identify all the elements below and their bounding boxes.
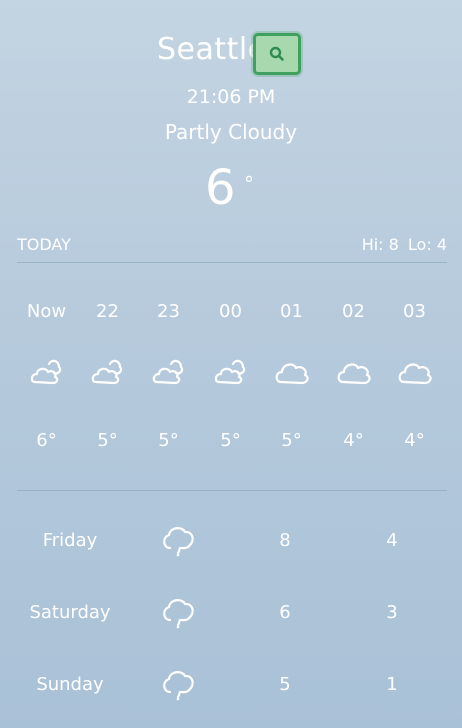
day-name: Saturday xyxy=(29,602,111,623)
hour-label: 23 xyxy=(157,301,180,322)
hour-label: 00 xyxy=(219,301,242,322)
partly-cloudy-night-icon xyxy=(152,359,184,385)
partly-cloudy-night-icon xyxy=(91,359,123,385)
day-low: 3 xyxy=(386,602,398,623)
hour-label: 02 xyxy=(342,301,365,322)
hour-temperature: 4° xyxy=(343,430,364,451)
daily-row: Saturday 6 3 xyxy=(0,594,462,634)
hour-label: 03 xyxy=(403,301,426,322)
cloud-icon xyxy=(163,527,194,557)
cloud-icon xyxy=(163,599,194,629)
hour-temperature: 6° xyxy=(36,430,57,451)
day-low: 1 xyxy=(386,674,398,695)
today-label: TODAY xyxy=(17,235,71,254)
search-button[interactable] xyxy=(253,33,301,75)
header: Seattle 21:06 PM Partly Cloudy 6 ° xyxy=(0,30,462,216)
hour-temperature: 4° xyxy=(404,430,425,451)
hour-label: Now xyxy=(26,301,67,322)
today-summary: TODAY Hi: 8 Lo: 4 xyxy=(17,232,447,263)
cloudy-icon xyxy=(398,363,432,385)
hour-label: 01 xyxy=(280,301,303,322)
cloudy-icon xyxy=(275,363,309,385)
search-icon xyxy=(269,46,284,61)
hour-temperature: 5° xyxy=(220,430,241,451)
cloudy-icon xyxy=(337,363,371,385)
weather-condition: Partly Cloudy xyxy=(164,120,298,144)
current-temperature: 6 xyxy=(205,160,236,216)
partly-cloudy-night-icon xyxy=(214,359,246,385)
daily-row: Sunday 5 1 xyxy=(0,666,462,706)
today-hi-lo: Hi: 8 Lo: 4 xyxy=(358,235,447,254)
city-name: Seattle xyxy=(157,32,267,67)
hour-label: 22 xyxy=(96,301,119,322)
day-name: Friday xyxy=(42,530,98,551)
degree-symbol: ° xyxy=(244,172,254,196)
hour-temperature: 5° xyxy=(281,430,302,451)
hour-temperature: 5° xyxy=(158,430,179,451)
day-high: 5 xyxy=(279,674,291,695)
day-low: 4 xyxy=(386,530,398,551)
day-high: 8 xyxy=(279,530,291,551)
day-name: Sunday xyxy=(36,674,104,695)
today-lo: Lo: 4 xyxy=(407,235,447,254)
cloud-icon xyxy=(163,671,194,701)
local-time: 21:06 PM xyxy=(186,86,276,108)
hour-temperature: 5° xyxy=(97,430,118,451)
partly-cloudy-night-icon xyxy=(30,359,62,385)
city-row: Seattle xyxy=(0,30,462,76)
day-high: 6 xyxy=(279,602,291,623)
today-hi: Hi: 8 xyxy=(361,235,399,254)
daily-row: Friday 8 4 xyxy=(0,522,462,562)
section-divider xyxy=(17,490,447,491)
